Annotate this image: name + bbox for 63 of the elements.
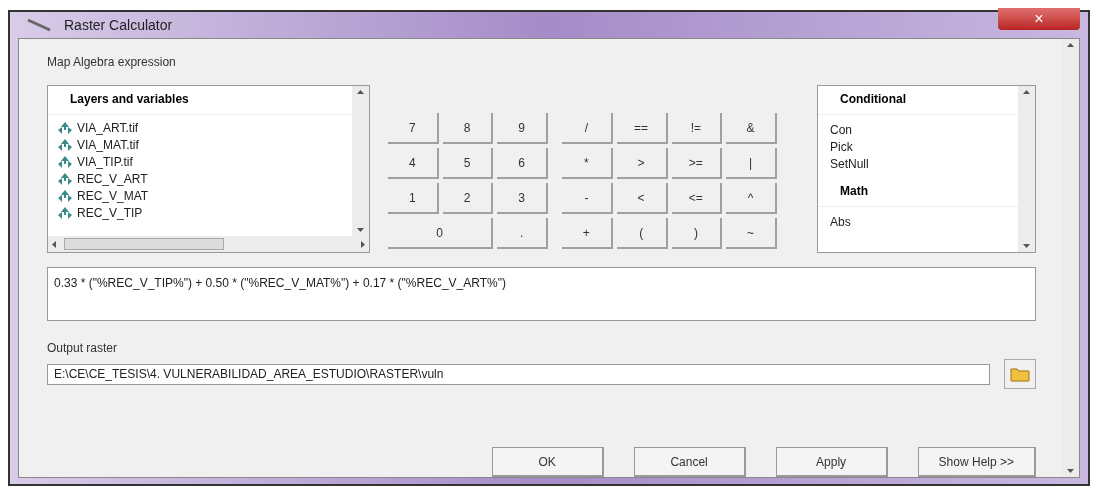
keypad-key[interactable]: . [497, 218, 548, 249]
keypad-key[interactable]: 6 [497, 148, 548, 179]
keypad-key[interactable]: / [562, 113, 613, 144]
up-arrow-icon [357, 90, 364, 94]
horizontal-scrollbar[interactable] [48, 236, 369, 252]
folder-icon [1010, 366, 1030, 382]
keypad-key[interactable]: ^ [726, 183, 777, 214]
scroll-thumb[interactable] [64, 238, 224, 250]
up-arrow-icon [1067, 43, 1074, 47]
right-arrow-icon [361, 240, 365, 248]
section-label: Map Algebra expression [47, 54, 177, 71]
output-field[interactable]: E:\CE\CE_TESIS\4. VULNERABILIDAD_AREA_ESTUDIO\RASTER\vuln [47, 363, 990, 385]
vertical-scrollbar[interactable] [352, 86, 369, 236]
keypad-key[interactable]: ) [671, 218, 723, 249]
layer-item[interactable]: REC_V_MAT [56, 187, 352, 204]
keypad-key[interactable]: 8 [442, 113, 494, 144]
function-item[interactable]: Pick [830, 138, 1018, 155]
keypad-key[interactable]: ( [616, 218, 668, 249]
keypad-key[interactable]: 5 [442, 148, 494, 179]
keypad-key[interactable]: 7 [388, 113, 439, 144]
list-header: Layers and variables [48, 86, 352, 115]
keypad-key[interactable]: 0 [388, 218, 494, 249]
keypad-key[interactable]: == [616, 113, 668, 144]
up-arrow-icon [1023, 90, 1030, 94]
keypad-key[interactable]: 4 [388, 148, 439, 179]
layer-item[interactable]: VIA_MAT.tif [56, 136, 352, 153]
dialog-button[interactable]: Show Help >> [917, 447, 1036, 477]
keypad-key[interactable]: 2 [442, 183, 494, 214]
keypad-key[interactable]: < [616, 183, 668, 214]
vertical-scrollbar[interactable] [1062, 39, 1079, 477]
layer-item[interactable]: REC_V_ART [56, 170, 352, 187]
keypad-key[interactable]: & [726, 113, 777, 144]
close-button[interactable]: × [998, 8, 1080, 30]
function-item[interactable]: Con [830, 121, 1018, 138]
dialog-button[interactable]: Apply [775, 447, 888, 477]
expression-field[interactable]: 0.33 * ("%REC_V_TIP%") + 0.50 * ("%REC_V_MAT%") + 0.17 * ("%REC_V_ART%") [47, 267, 1036, 321]
keypad-key[interactable]: > [616, 148, 668, 179]
left-arrow-icon [52, 240, 56, 248]
keypad-key[interactable]: != [671, 113, 723, 144]
layer-item[interactable]: VIA_ART.tif [56, 119, 352, 136]
keypad-key[interactable]: 3 [497, 183, 548, 214]
down-arrow-icon [1023, 244, 1030, 248]
keypad-key[interactable]: >= [671, 148, 723, 179]
function-item[interactable]: SetNull [830, 155, 1018, 172]
keypad-key[interactable]: - [562, 183, 613, 214]
keypad-key[interactable]: ~ [726, 218, 777, 249]
function-item[interactable]: Abs [830, 213, 1018, 230]
layer-item[interactable]: VIA_TIP.tif [56, 153, 352, 170]
browse-button[interactable] [1004, 359, 1036, 389]
keypad-key[interactable]: 9 [497, 113, 548, 144]
keypad-key[interactable]: * [562, 148, 613, 179]
down-arrow-icon [357, 228, 364, 232]
down-arrow-icon [1067, 469, 1074, 473]
keypad-key[interactable]: + [562, 218, 613, 249]
keypad-key[interactable]: | [726, 148, 777, 179]
keypad-key[interactable]: 1 [388, 183, 439, 214]
vertical-scrollbar[interactable] [1018, 86, 1035, 252]
window-title: Raster Calculator [64, 15, 173, 35]
layer-item[interactable]: REC_V_TIP [56, 204, 352, 221]
output-label: Output raster [47, 340, 119, 357]
keypad-key[interactable]: <= [671, 183, 723, 214]
dialog-button[interactable]: Cancel [633, 447, 746, 477]
dialog-button[interactable]: OK [491, 447, 604, 477]
